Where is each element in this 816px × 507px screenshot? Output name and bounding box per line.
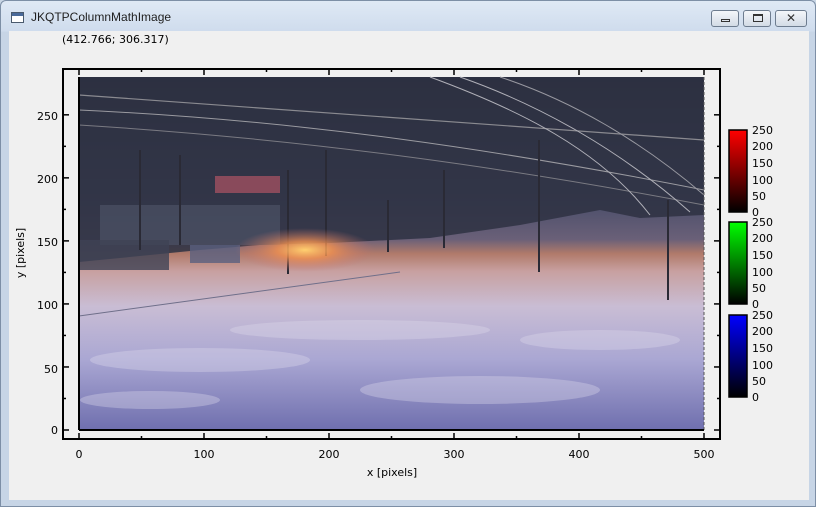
colorbar-tick: 100 [752, 266, 773, 279]
colorbar-tick: 50 [752, 190, 766, 203]
x-tick-label: 400 [569, 448, 590, 461]
y-axis-ticks: 0 50 100 150 200 250 [37, 110, 58, 437]
colorbar-tick: 150 [752, 157, 773, 170]
x-axis-label: x [pixels] [367, 466, 417, 479]
colorbar-tick: 0 [752, 391, 759, 404]
plot-canvas[interactable]: 0 100 200 300 400 500 0 50 100 150 200 2… [0, 0, 816, 507]
colorbar-green: 250 200 150 100 50 0 [728, 216, 773, 311]
colorbar-tick: 200 [752, 232, 773, 245]
colorbar-red: 250 200 150 100 50 0 [728, 124, 773, 219]
colorbar-tick: 150 [752, 342, 773, 355]
colorbar-tick: 50 [752, 282, 766, 295]
colorbar-tick: 200 [752, 325, 773, 338]
y-tick-label: 200 [37, 173, 58, 186]
image-plot [78, 76, 705, 430]
colorbar-tick: 100 [752, 359, 773, 372]
y-tick-label: 150 [37, 236, 58, 249]
colorbar-tick: 50 [752, 375, 766, 388]
y-axis-label: y [pixels] [14, 228, 27, 278]
x-axis-ticks: 0 100 200 300 400 500 [76, 448, 715, 461]
x-tick-label: 500 [694, 448, 715, 461]
colorbar-tick: 250 [752, 309, 773, 322]
x-tick-label: 200 [319, 448, 340, 461]
colorbar-tick: 150 [752, 249, 773, 262]
y-tick-label: 100 [37, 299, 58, 312]
y-tick-label: 50 [44, 363, 58, 376]
colorbar-tick: 100 [752, 174, 773, 187]
colorbar-blue: 250 200 150 100 50 0 [728, 309, 773, 404]
y-tick-label: 250 [37, 110, 58, 123]
colorbar-tick: 200 [752, 140, 773, 153]
colorbar-tick: 250 [752, 124, 773, 137]
x-tick-label: 0 [76, 448, 83, 461]
colorbar-tick: 250 [752, 216, 773, 229]
y-tick-label: 0 [51, 424, 58, 437]
x-tick-label: 100 [194, 448, 215, 461]
x-tick-label: 300 [444, 448, 465, 461]
